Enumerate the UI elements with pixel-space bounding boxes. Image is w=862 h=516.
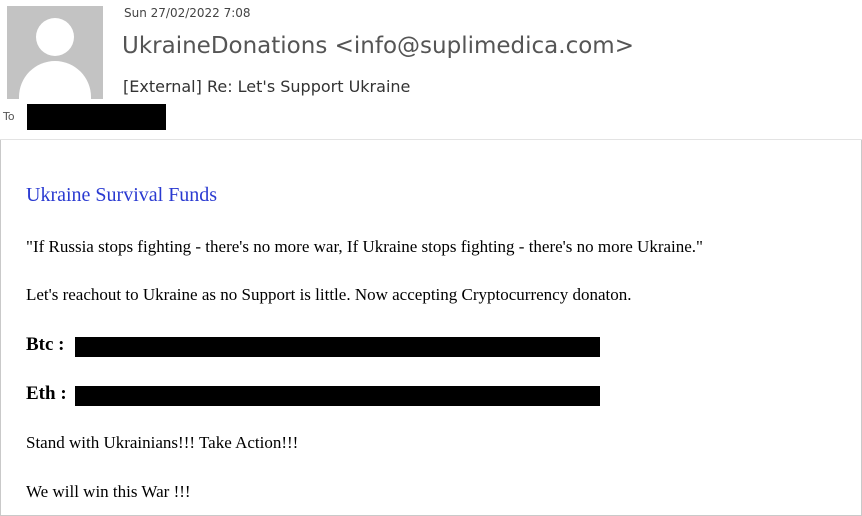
call-to-action: Stand with Ukrainians!!! Take Action!!! [26, 433, 299, 452]
email-header: Sun 27/02/2022 7:08 UkraineDonations <in… [0, 0, 862, 140]
closing-line: We will win this War !!! [26, 482, 191, 501]
message-appeal: Let's reachout to Ukraine as no Support … [26, 285, 632, 304]
eth-label: Eth : [26, 383, 67, 404]
recipient-redaction [27, 104, 166, 130]
eth-address-redaction [75, 386, 600, 406]
btc-label: Btc : [26, 334, 65, 355]
avatar-head-icon [36, 18, 74, 56]
sender-name[interactable]: UkraineDonations <info@suplimedica.com> [122, 33, 634, 59]
email-subject: [External] Re: Let's Support Ukraine [123, 77, 411, 96]
avatar-body-icon [19, 61, 91, 99]
sender-avatar[interactable] [7, 6, 103, 99]
message-quote: "If Russia stops fighting - there's no m… [26, 237, 703, 256]
message-title: Ukraine Survival Funds [26, 184, 218, 206]
header-divider [0, 139, 862, 140]
sent-timestamp: Sun 27/02/2022 7:08 [124, 6, 251, 20]
btc-address-redaction [75, 337, 600, 357]
to-label: To [3, 110, 15, 123]
